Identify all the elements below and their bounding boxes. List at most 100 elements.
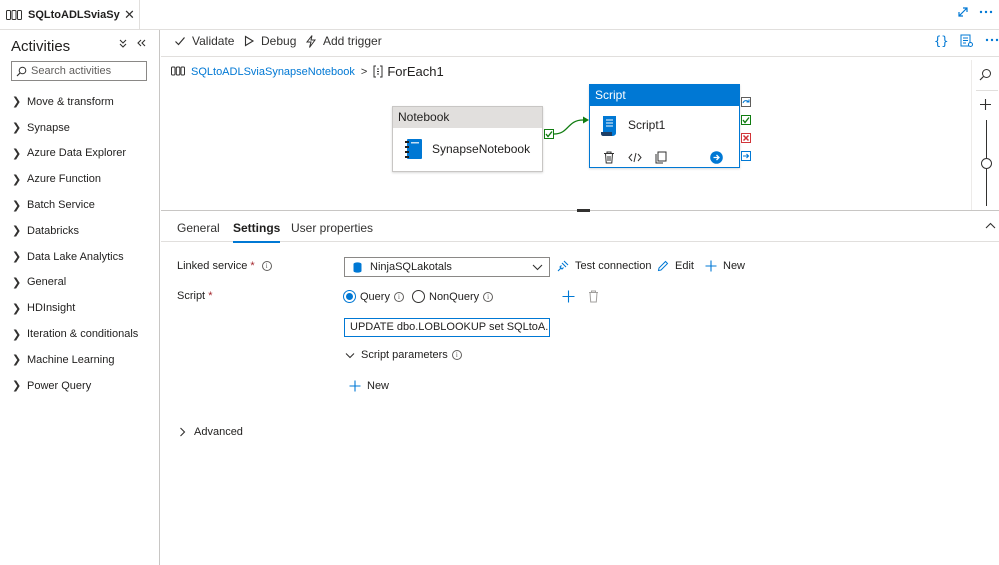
zoom-controls [971, 60, 999, 210]
plus-icon [705, 260, 717, 272]
test-connection-label: Test connection [575, 260, 652, 272]
success-output-icon[interactable] [741, 115, 751, 125]
pipeline-toolbar: Validate Debug Add trigger {} [161, 30, 999, 57]
info-icon[interactable]: i [451, 350, 462, 360]
test-connection-button[interactable]: Test connection [557, 260, 651, 272]
activity-group[interactable]: ❯ Azure Function [12, 166, 138, 192]
add-trigger-button[interactable]: Add trigger [305, 34, 382, 48]
add-trigger-label: Add trigger [323, 34, 382, 48]
plus-icon [349, 380, 361, 392]
tab-general[interactable]: General [177, 221, 220, 235]
query-text-input[interactable]: UPDATE dbo.LOBLOOKUP set SQLtoA... [344, 318, 550, 337]
script-parameters-label: Script parameters [361, 349, 448, 361]
properties-icon[interactable] [960, 34, 974, 48]
activity-list: ❯ Move & transform ❯ Synapse ❯ Azure Data E… [12, 89, 138, 399]
activity-group[interactable]: ❯ Batch Service [12, 192, 138, 218]
copy-icon[interactable] [655, 151, 667, 164]
add-script-icon[interactable] [562, 290, 575, 303]
failure-output-icon[interactable] [741, 133, 751, 143]
activity-group-label: Power Query [27, 379, 92, 392]
chevron-right-icon: ❯ [12, 276, 22, 289]
zoom-in-icon[interactable] [979, 98, 992, 111]
activity-group-label: Data Lake Analytics [27, 250, 124, 263]
more-options-icon[interactable] [985, 34, 999, 48]
info-icon[interactable]: i [393, 291, 404, 302]
chevron-right-icon: ❯ [12, 199, 22, 212]
activity-group-label: Iteration & conditionals [27, 328, 139, 341]
properties-tabs: General Settings User properties [161, 211, 999, 243]
pipeline-icon [171, 66, 185, 77]
script-node-name: Script1 [628, 118, 666, 132]
activity-group[interactable]: ❯ Move & transform [12, 89, 138, 115]
activity-group-label: Azure Data Explorer [27, 147, 127, 160]
zoom-slider-thumb[interactable] [981, 158, 992, 169]
radio-selected-icon [343, 290, 356, 303]
info-icon[interactable]: i [261, 261, 272, 271]
linked-service-select[interactable]: NinjaSQLakotals [344, 257, 550, 277]
activity-group[interactable]: ❯ Power Query [12, 373, 138, 399]
pipeline-tab[interactable]: SQLtoADLSviaSyna... ✕ [0, 0, 140, 30]
expand-icon[interactable] [957, 6, 969, 18]
activity-group[interactable]: ❯ Azure Data Explorer [12, 141, 138, 167]
plug-icon [557, 260, 569, 272]
advanced-toggle[interactable]: Advanced [179, 426, 243, 438]
code-icon[interactable] [628, 152, 642, 163]
completion-output-icon[interactable] [741, 151, 751, 161]
activities-panel: Activities ❯ Move & transform ❯ Synapse ❯ A… [0, 30, 160, 565]
advanced-label: Advanced [194, 426, 243, 438]
notebook-node-name: SynapseNotebook [432, 142, 531, 156]
breadcrumb-pipeline-link[interactable]: SQLtoADLSviaSynapseNotebook [191, 66, 355, 78]
query-radio[interactable]: Query i [343, 290, 404, 303]
activity-group[interactable]: ❯ Databricks [12, 218, 138, 244]
success-connector [553, 114, 591, 138]
search-box[interactable] [11, 61, 147, 81]
edit-button[interactable]: Edit [657, 260, 694, 272]
collapse-panel-icon[interactable] [985, 222, 996, 229]
collapse-panel-icon[interactable] [136, 38, 146, 48]
chevron-right-icon: ❯ [12, 380, 22, 393]
script-parameters-toggle[interactable]: Script parameters i [345, 349, 462, 361]
activity-group[interactable]: ❯ Machine Learning [12, 347, 138, 373]
script-node-type: Script [590, 85, 739, 106]
activity-group-label: General [27, 276, 67, 289]
collapse-all-icon[interactable] [118, 38, 128, 48]
notebook-activity-node[interactable]: Notebook SynapseNotebook [392, 106, 543, 172]
activity-group[interactable]: ❯ Iteration & conditionals [12, 321, 138, 347]
chevron-right-icon: ❯ [12, 328, 22, 341]
required-marker: * [250, 260, 255, 272]
script-label: Script * [177, 290, 212, 302]
delete-icon[interactable] [603, 151, 615, 164]
activity-group[interactable]: ❯ Synapse [12, 115, 138, 141]
nonquery-radio[interactable]: NonQuery i [412, 290, 494, 303]
validate-button[interactable]: Validate [174, 34, 234, 48]
chevron-down-icon [532, 260, 543, 274]
new-parameter-button[interactable]: New [349, 380, 389, 392]
activity-group[interactable]: ❯ HDInsight [12, 295, 138, 321]
debug-button[interactable]: Debug [243, 34, 296, 48]
pipeline-icon [6, 9, 22, 21]
info-icon[interactable]: i [483, 291, 494, 302]
tab-settings[interactable]: Settings [233, 221, 281, 243]
skip-output-icon[interactable] [741, 97, 751, 107]
script-activity-node[interactable]: Script Script1 [589, 84, 740, 168]
code-braces-icon[interactable]: {} [934, 34, 948, 48]
checkmark-icon [174, 35, 186, 47]
search-icon[interactable] [979, 68, 992, 81]
chevron-right-icon: ❯ [12, 122, 22, 135]
chevron-right-icon [179, 427, 186, 437]
go-arrow-icon[interactable] [710, 151, 723, 164]
new-linked-service-button[interactable]: New [705, 260, 745, 272]
delete-script-icon[interactable] [588, 290, 599, 303]
chevron-right-icon: ❯ [12, 173, 22, 186]
play-icon [243, 35, 255, 47]
search-input[interactable] [31, 65, 139, 77]
activity-group[interactable]: ❯ General [12, 270, 138, 296]
pencil-icon [657, 260, 669, 272]
new-parameter-label: New [367, 380, 390, 392]
more-options-icon[interactable] [979, 6, 993, 18]
close-icon[interactable]: ✕ [124, 7, 135, 23]
tab-user-properties[interactable]: User properties [291, 221, 373, 235]
chevron-right-icon: ❯ [12, 302, 22, 315]
database-icon [353, 261, 362, 273]
activity-group[interactable]: ❯ Data Lake Analytics [12, 244, 138, 270]
